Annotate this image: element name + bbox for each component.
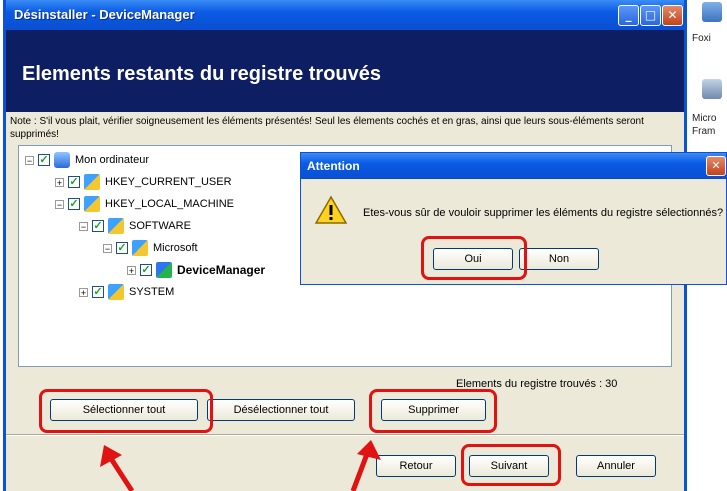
checkbox[interactable]: ✓ — [140, 264, 152, 276]
arrow-to-select-all — [100, 445, 135, 491]
next-button[interactable]: Suivant — [469, 455, 549, 477]
checkbox[interactable]: ✓ — [116, 242, 128, 254]
note-text: Note : S'il vous plait, vérifier soigneu… — [10, 116, 644, 140]
minimize-button[interactable]: _ — [618, 5, 639, 26]
registry-folder-icon — [84, 174, 100, 190]
dialog-yes-button[interactable]: Oui — [433, 248, 513, 270]
tree-node-label: SYSTEM — [129, 286, 175, 298]
found-count: Elements du registre trouvés : 30 — [456, 378, 618, 390]
computer-icon — [54, 152, 70, 168]
registry-folder-icon — [108, 284, 124, 300]
dialog-close-button[interactable]: ✕ — [706, 156, 726, 176]
expand-icon[interactable]: + — [127, 265, 136, 275]
tree-node-label: Microsoft — [153, 242, 198, 254]
close-button[interactable]: ✕ — [662, 5, 683, 26]
confirm-dialog: Attention ✕ Etes-vous sûr de vouloir sup… — [300, 152, 727, 285]
tree-node-software[interactable]: − ✓ SOFTWARE — [79, 218, 191, 234]
desktop-label-fram: Fram — [692, 126, 716, 137]
registry-folder-icon — [132, 240, 148, 256]
window-title: Désinstaller - DeviceManager — [14, 7, 195, 22]
checkbox[interactable]: ✓ — [92, 220, 104, 232]
tree-node-hklm[interactable]: − ✓ HKEY_LOCAL_MACHINE — [55, 196, 234, 212]
tree-node-devicemanager[interactable]: + ✓ DeviceManager — [127, 262, 265, 278]
collapse-icon[interactable]: − — [79, 221, 88, 231]
cancel-button[interactable]: Annuler — [576, 455, 656, 477]
collapse-icon[interactable]: − — [55, 199, 64, 209]
dialog-title: Attention — [307, 159, 360, 173]
maximize-button[interactable]: □ — [640, 5, 661, 26]
checkbox[interactable]: ✓ — [92, 286, 104, 298]
collapse-icon[interactable]: − — [25, 155, 34, 165]
back-button[interactable]: Retour — [376, 455, 456, 477]
dialog-message: Etes-vous sûr de vouloir supprimer les é… — [363, 207, 724, 219]
tree-node-microsoft[interactable]: − ✓ Microsoft — [103, 240, 198, 256]
checkbox[interactable]: ✓ — [68, 176, 80, 188]
page-title: Elements restants du registre trouvés — [22, 63, 382, 85]
tree-node-label: HKEY_LOCAL_MACHINE — [105, 198, 234, 210]
deselect-all-button[interactable]: Désélectionner tout — [207, 399, 355, 421]
expand-icon[interactable]: + — [79, 287, 88, 297]
checkbox[interactable]: ✓ — [38, 154, 50, 166]
button-separator — [6, 434, 684, 436]
tree-node-label: HKEY_CURRENT_USER — [105, 176, 232, 188]
tree-node-system[interactable]: + ✓ SYSTEM — [79, 284, 174, 300]
tree-node-label: SOFTWARE — [129, 220, 191, 232]
registry-folder-icon — [108, 218, 124, 234]
delete-button[interactable]: Supprimer — [381, 399, 486, 421]
collapse-icon[interactable]: − — [103, 243, 112, 253]
dialog-title-bar[interactable]: Attention ✕ — [301, 153, 726, 179]
tree-node-mon-ordinateur[interactable]: − ✓ Mon ordinateur — [25, 152, 149, 168]
checkbox[interactable]: ✓ — [68, 198, 80, 210]
desktop-label-micro: Micro — [692, 113, 717, 124]
foxit-icon[interactable] — [702, 2, 722, 22]
select-all-button[interactable]: Sélectionner tout — [50, 399, 198, 421]
desktop-label-foxit: Foxi — [692, 33, 711, 44]
title-bar[interactable]: Désinstaller - DeviceManager _ □ ✕ — [6, 0, 684, 30]
tree-node-label: Mon ordinateur — [75, 154, 149, 166]
warning-icon — [315, 195, 347, 224]
tree-node-label: DeviceManager — [177, 263, 266, 277]
framework-icon[interactable] — [702, 79, 722, 99]
expand-icon[interactable]: + — [55, 177, 64, 187]
arrow-to-delete — [350, 440, 381, 491]
page-header: Elements restants du registre trouvés — [6, 30, 684, 112]
registry-folder-icon — [84, 196, 100, 212]
device-manager-icon — [156, 262, 172, 278]
dialog-no-button[interactable]: Non — [519, 248, 599, 270]
tree-node-hkcu[interactable]: + ✓ HKEY_CURRENT_USER — [55, 174, 232, 190]
